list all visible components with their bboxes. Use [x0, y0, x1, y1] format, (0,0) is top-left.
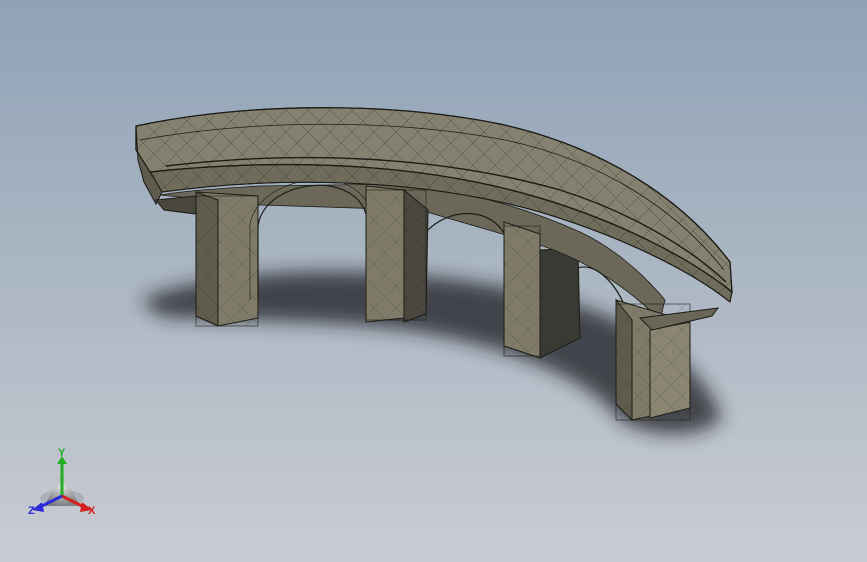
pier-2	[365, 185, 429, 323]
x-axis-label: X	[88, 505, 96, 517]
3d-viewport[interactable]: Y X Z	[0, 0, 867, 562]
pier-1	[195, 191, 259, 327]
z-axis-label: Z	[28, 505, 35, 517]
view-triad[interactable]: Y X Z	[24, 448, 104, 522]
pier-3	[503, 221, 541, 359]
y-axis-label: Y	[58, 447, 66, 459]
bridge-model[interactable]	[0, 0, 867, 562]
